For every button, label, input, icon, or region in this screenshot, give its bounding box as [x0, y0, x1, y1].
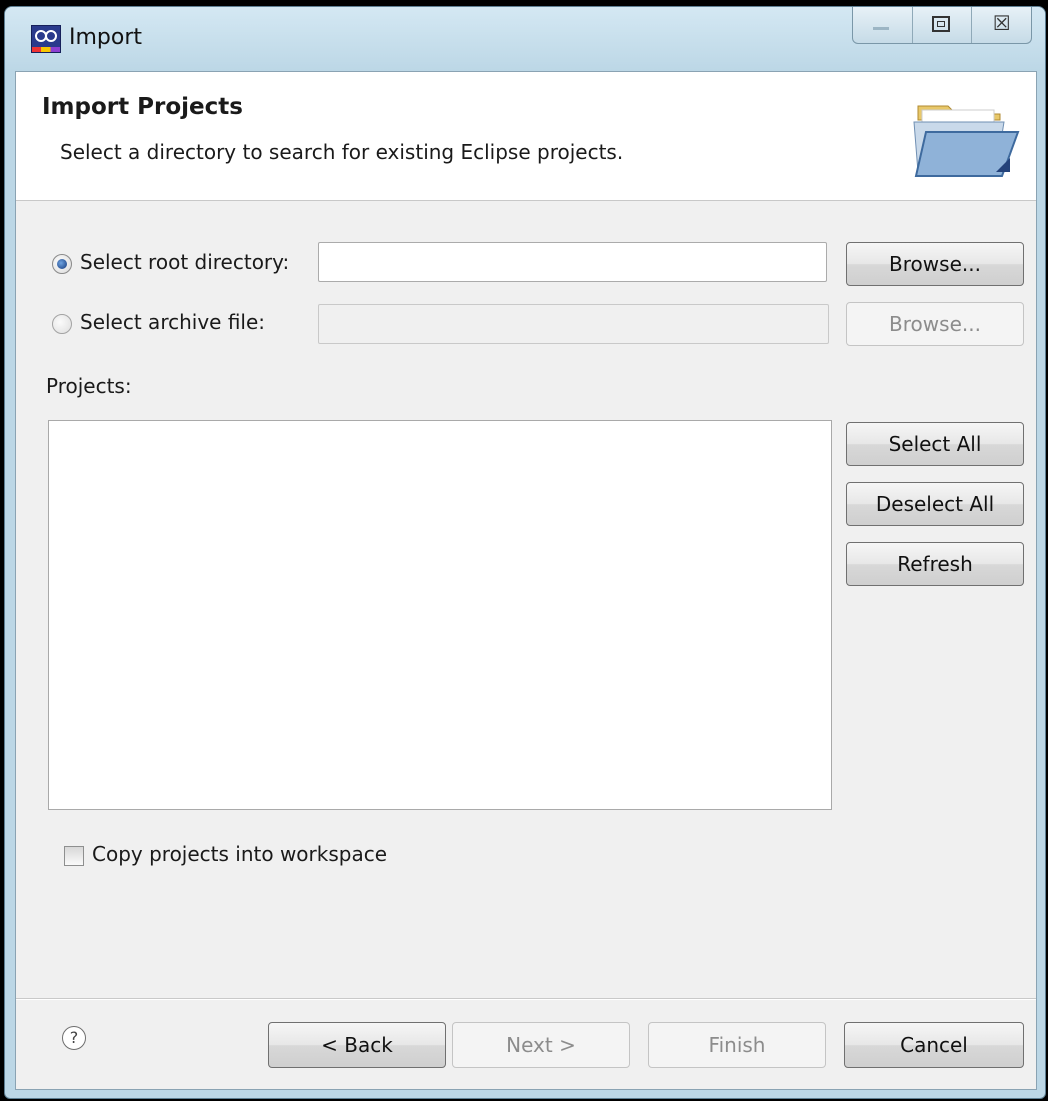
- title-bar[interactable]: Import ☒: [5, 7, 1045, 71]
- minimize-icon: [873, 27, 889, 30]
- root-directory-input[interactable]: [318, 242, 827, 282]
- archive-file-label[interactable]: Select archive file:: [80, 310, 265, 334]
- root-directory-label[interactable]: Select root directory:: [80, 250, 289, 274]
- import-dialog: Import ☒ Import Projects Select a direct…: [4, 6, 1046, 1099]
- browse-root-button[interactable]: Browse...: [846, 242, 1024, 286]
- copy-projects-label[interactable]: Copy projects into workspace: [92, 842, 387, 866]
- help-icon[interactable]: ?: [62, 1026, 86, 1050]
- copy-projects-checkbox[interactable]: [64, 846, 84, 866]
- browse-archive-button[interactable]: Browse...: [846, 302, 1024, 346]
- eclipse-app-icon: [31, 25, 61, 53]
- page-description: Select a directory to search for existin…: [60, 140, 624, 164]
- archive-file-radio[interactable]: [52, 314, 72, 334]
- archive-file-input[interactable]: [318, 304, 829, 344]
- dialog-body: Import Projects Select a directory to se…: [15, 71, 1037, 1090]
- projects-list[interactable]: [48, 420, 832, 810]
- open-folder-icon: [906, 92, 1026, 196]
- deselect-all-button[interactable]: Deselect All: [846, 482, 1024, 526]
- root-directory-radio[interactable]: [52, 254, 72, 274]
- footer-separator: [16, 998, 1036, 1000]
- select-all-button[interactable]: Select All: [846, 422, 1024, 466]
- back-button[interactable]: < Back: [268, 1022, 446, 1068]
- maximize-button[interactable]: [913, 7, 973, 43]
- finish-button[interactable]: Finish: [648, 1022, 826, 1068]
- window-title: Import: [69, 25, 143, 50]
- projects-label: Projects:: [46, 374, 132, 398]
- close-icon: ☒: [992, 11, 1011, 35]
- wizard-header: Import Projects Select a directory to se…: [16, 72, 1036, 201]
- minimize-button[interactable]: [853, 7, 913, 43]
- cancel-button[interactable]: Cancel: [844, 1022, 1024, 1068]
- page-title: Import Projects: [42, 94, 243, 120]
- next-button[interactable]: Next >: [452, 1022, 630, 1068]
- maximize-icon: [931, 16, 950, 32]
- refresh-button[interactable]: Refresh: [846, 542, 1024, 586]
- close-button[interactable]: ☒: [972, 7, 1031, 43]
- window-controls: ☒: [852, 7, 1032, 44]
